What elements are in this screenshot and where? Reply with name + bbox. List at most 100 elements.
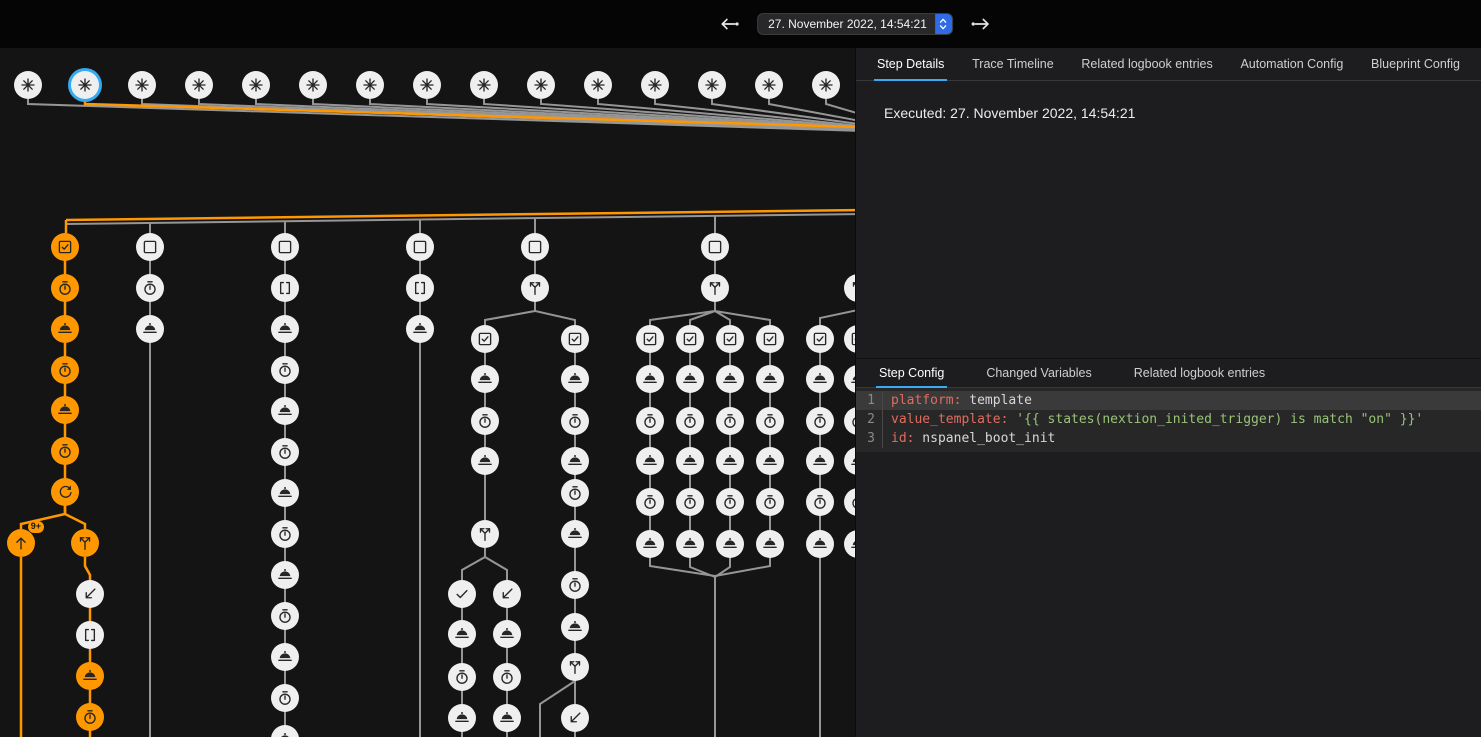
node-service[interactable] <box>756 365 784 393</box>
node-brackets[interactable] <box>76 621 104 649</box>
node-condition[interactable] <box>716 325 744 353</box>
node-service[interactable] <box>406 315 434 343</box>
node-service[interactable] <box>561 365 589 393</box>
node-service[interactable] <box>471 365 499 393</box>
trace-graph-canvas[interactable]: 9+ <box>0 0 855 737</box>
node-asterisk[interactable] <box>584 71 612 99</box>
node-service[interactable] <box>271 561 299 589</box>
node-timer[interactable] <box>806 488 834 516</box>
next-trace-button[interactable] <box>967 11 993 37</box>
node-arrow-up[interactable]: 9+ <box>7 529 35 557</box>
node-arrow-dl[interactable] <box>493 580 521 608</box>
previous-trace-button[interactable] <box>717 11 743 37</box>
node-asterisk[interactable] <box>641 71 669 99</box>
node-service[interactable] <box>676 530 704 558</box>
node-service[interactable] <box>636 365 664 393</box>
node-split[interactable] <box>701 274 729 302</box>
node-asterisk[interactable] <box>812 71 840 99</box>
node-service[interactable] <box>756 530 784 558</box>
node-service[interactable] <box>756 447 784 475</box>
node-condition[interactable] <box>806 325 834 353</box>
node-brackets[interactable] <box>271 274 299 302</box>
node-timer[interactable] <box>448 663 476 691</box>
node-timer[interactable] <box>756 407 784 435</box>
node-service[interactable] <box>271 397 299 425</box>
node-service[interactable] <box>806 365 834 393</box>
node-timer[interactable] <box>493 663 521 691</box>
node-service[interactable] <box>51 315 79 343</box>
node-service[interactable] <box>76 662 104 690</box>
node-timer[interactable] <box>271 684 299 712</box>
node-asterisk[interactable] <box>527 71 555 99</box>
node-service[interactable] <box>716 447 744 475</box>
node-service[interactable] <box>806 530 834 558</box>
node-timer[interactable] <box>756 488 784 516</box>
node-condition-blank[interactable] <box>271 233 299 261</box>
node-timer[interactable] <box>561 571 589 599</box>
node-condition[interactable] <box>636 325 664 353</box>
tab-related-logbook-entries[interactable]: Related logbook entries <box>1078 48 1215 81</box>
node-condition-blank[interactable] <box>701 233 729 261</box>
node-timer[interactable] <box>676 407 704 435</box>
node-asterisk[interactable] <box>71 71 99 99</box>
node-condition[interactable] <box>51 233 79 261</box>
node-service[interactable] <box>561 613 589 641</box>
node-brackets[interactable] <box>406 274 434 302</box>
node-asterisk[interactable] <box>470 71 498 99</box>
node-asterisk[interactable] <box>299 71 327 99</box>
node-service[interactable] <box>493 704 521 732</box>
node-asterisk[interactable] <box>413 71 441 99</box>
node-condition-blank[interactable] <box>521 233 549 261</box>
node-timer[interactable] <box>51 274 79 302</box>
node-timer[interactable] <box>51 356 79 384</box>
node-asterisk[interactable] <box>185 71 213 99</box>
node-timer[interactable] <box>636 488 664 516</box>
node-service[interactable] <box>493 620 521 648</box>
node-timer[interactable] <box>271 438 299 466</box>
node-service[interactable] <box>716 530 744 558</box>
node-service[interactable] <box>806 447 834 475</box>
node-timer[interactable] <box>716 488 744 516</box>
node-service[interactable] <box>136 315 164 343</box>
node-service[interactable] <box>448 704 476 732</box>
node-timer[interactable] <box>471 407 499 435</box>
tab-step-details[interactable]: Step Details <box>874 48 947 81</box>
tab-step-config[interactable]: Step Config <box>876 359 947 388</box>
node-timer[interactable] <box>676 488 704 516</box>
node-asterisk[interactable] <box>356 71 384 99</box>
node-arrow-dl[interactable] <box>561 704 589 732</box>
node-timer[interactable] <box>136 274 164 302</box>
node-timer[interactable] <box>76 703 104 731</box>
node-split[interactable] <box>471 520 499 548</box>
node-asterisk[interactable] <box>242 71 270 99</box>
node-timer[interactable] <box>271 356 299 384</box>
node-timer[interactable] <box>271 602 299 630</box>
node-service[interactable] <box>271 643 299 671</box>
node-split[interactable] <box>71 529 99 557</box>
tab-related-logbook-entries-2[interactable]: Related logbook entries <box>1131 359 1268 388</box>
node-asterisk[interactable] <box>755 71 783 99</box>
node-condition[interactable] <box>756 325 784 353</box>
node-condition-blank[interactable] <box>406 233 434 261</box>
node-service[interactable] <box>51 396 79 424</box>
node-service[interactable] <box>716 365 744 393</box>
node-service[interactable] <box>271 315 299 343</box>
node-timer[interactable] <box>271 520 299 548</box>
node-condition[interactable] <box>471 325 499 353</box>
node-service[interactable] <box>471 447 499 475</box>
tab-automation-config[interactable]: Automation Config <box>1237 48 1346 81</box>
node-asterisk[interactable] <box>14 71 42 99</box>
node-split[interactable] <box>561 653 589 681</box>
tab-blueprint-config[interactable]: Blueprint Config <box>1368 48 1463 81</box>
trace-run-select[interactable]: 27. November 2022, 14:54:21 <box>757 13 953 35</box>
node-check[interactable] <box>448 580 476 608</box>
node-asterisk[interactable] <box>698 71 726 99</box>
node-service[interactable] <box>636 447 664 475</box>
node-condition[interactable] <box>676 325 704 353</box>
node-timer[interactable] <box>51 437 79 465</box>
node-timer[interactable] <box>561 407 589 435</box>
node-asterisk[interactable] <box>128 71 156 99</box>
node-service[interactable] <box>561 520 589 548</box>
node-service[interactable] <box>448 620 476 648</box>
node-condition[interactable] <box>561 325 589 353</box>
